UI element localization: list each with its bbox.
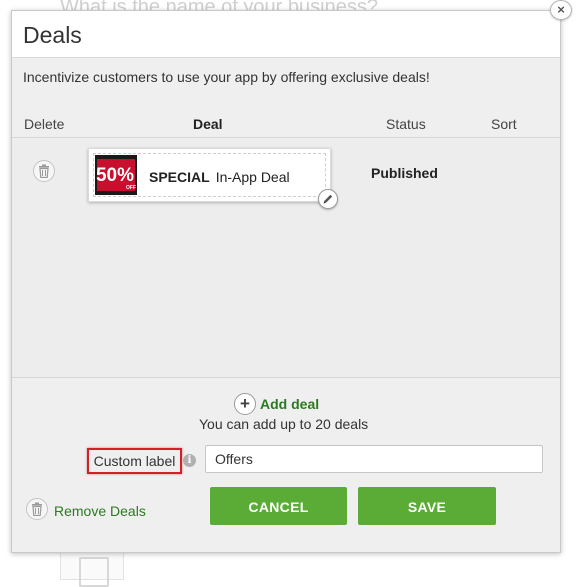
info-icon[interactable]: i (183, 454, 196, 467)
deals-dialog: Deals Incentivize customers to use your … (11, 10, 561, 553)
dialog-intro-text: Incentivize customers to use your app by… (23, 69, 430, 85)
cancel-button[interactable]: CANCEL (210, 487, 347, 525)
column-header-deal: Deal (193, 116, 223, 132)
deal-card[interactable]: 50% OFF SPECIAL In-App Deal (88, 148, 331, 202)
dialog-header: Deals (12, 11, 560, 58)
save-button[interactable]: SAVE (358, 487, 496, 525)
custom-label-input[interactable] (205, 445, 543, 473)
column-header-status: Status (386, 116, 426, 132)
deal-name: SPECIAL In-App Deal (149, 169, 290, 185)
remove-deals-label[interactable]: Remove Deals (54, 503, 146, 519)
deal-name-bold: SPECIAL (149, 169, 210, 185)
column-header-delete: Delete (24, 116, 65, 132)
deal-limit-text: You can add up to 20 deals (199, 416, 369, 432)
deal-name-rest: In-App Deal (215, 169, 290, 185)
remove-deals-icon-button[interactable] (26, 498, 48, 520)
dialog-title: Deals (23, 22, 82, 48)
badge-off-text: OFF (126, 185, 136, 191)
plus-icon: + (234, 393, 256, 415)
pencil-icon (323, 194, 333, 204)
column-header-sort: Sort (491, 116, 517, 132)
close-icon[interactable]: × (550, 0, 572, 20)
delete-deal-button[interactable] (33, 160, 55, 182)
add-deal-label[interactable]: Add deal (260, 396, 319, 412)
discount-badge-image: 50% OFF (95, 155, 137, 195)
edit-deal-button[interactable] (318, 189, 338, 209)
badge-percent-text: 50% (96, 165, 134, 186)
background-placeholder-icon (79, 557, 109, 587)
list-divider-bottom (12, 377, 560, 378)
trash-icon (39, 164, 49, 178)
custom-label-text: Custom label (87, 448, 182, 474)
deal-status: Published (371, 165, 438, 181)
trash-icon (32, 502, 42, 516)
